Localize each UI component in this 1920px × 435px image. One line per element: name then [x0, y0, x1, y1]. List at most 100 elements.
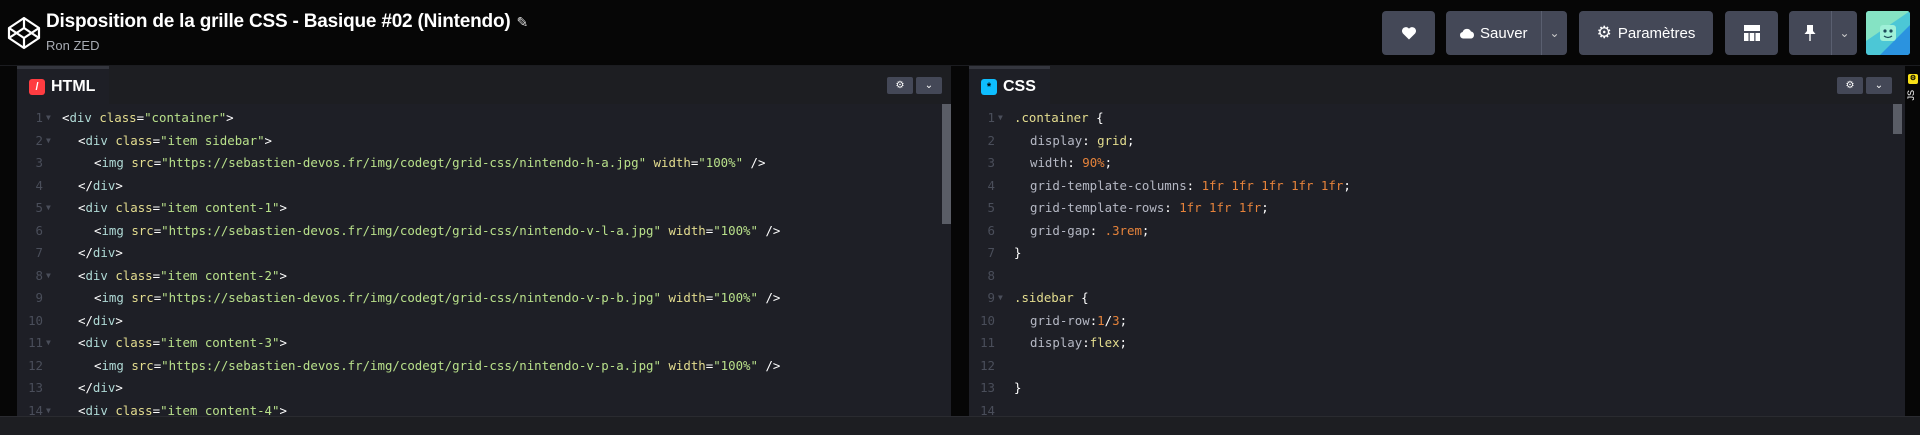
code-token: ;	[1141, 222, 1150, 238]
code-line[interactable]: 8 ▼ <div class="item content-2">	[17, 265, 951, 287]
code-text: .sidebar {	[1014, 287, 1089, 309]
code-line[interactable]: 12	[969, 355, 1905, 377]
js-collapsed-panel[interactable]	[1905, 66, 1920, 416]
save-label: Sauver	[1480, 24, 1528, 42]
code-token: >	[115, 245, 123, 260]
code-line[interactable]: 10 </div>	[17, 310, 951, 332]
code-line[interactable]: 9 <img src="https://sebastien-devos.fr/im…	[17, 287, 951, 309]
code-line[interactable]: 11 ▼ <div class="item content-3">	[17, 332, 951, 354]
code-token: ;	[1104, 155, 1113, 170]
code-line[interactable]: 4 </div>	[17, 175, 951, 197]
code-token: class	[107, 402, 153, 417]
fold-arrow-icon[interactable]: ▼	[998, 287, 1003, 309]
css-tabbar: * CSS ⚙ ⌄	[969, 66, 1905, 104]
pin-button[interactable]	[1789, 11, 1831, 55]
code-line[interactable]: 4 grid-template-columns: 1fr 1fr 1fr 1fr …	[969, 175, 1905, 197]
css-scrollbar[interactable]	[1893, 104, 1902, 134]
cloud-icon	[1460, 28, 1474, 38]
code-text: .container {	[1014, 107, 1104, 129]
fold-arrow-icon[interactable]: ▼	[46, 197, 51, 219]
html-code-editor[interactable]: 1 ▼ <div class="container"> 2 ▼ <div class="i…	[17, 104, 951, 416]
codepen-logo-icon[interactable]	[6, 15, 42, 51]
panel-resizer[interactable]	[951, 66, 969, 416]
html-collapse-button[interactable]: ⌄	[916, 77, 942, 94]
chevron-down-icon: ⌄	[924, 80, 934, 91]
edit-pencil-icon[interactable]: ✎	[516, 14, 528, 31]
html-scrollbar[interactable]	[942, 104, 951, 224]
html-settings-button[interactable]: ⚙	[887, 77, 913, 94]
code-token: ;	[1119, 335, 1127, 350]
save-dropdown-toggle[interactable]: ⌄	[1541, 11, 1567, 55]
code-line[interactable]: 12 <img src="https://sebastien-devos.fr/i…	[17, 355, 951, 377]
code-line[interactable]: 14 ▼ <div class="item content-4">	[17, 400, 951, 417]
line-number: 5	[987, 200, 995, 215]
code-line[interactable]: 1 ▼ .container {	[969, 107, 1905, 129]
pen-title[interactable]: Disposition de la grille CSS - Basique #…	[46, 11, 511, 33]
line-number: 3	[35, 155, 43, 170]
fold-arrow-icon[interactable]: ▼	[46, 107, 51, 129]
tab-html[interactable]: / HTML	[17, 66, 110, 104]
editors-area: / HTML ⚙ ⌄ 1 ▼ <div class="container"> 2 ▼ <d…	[0, 66, 1920, 416]
js-panel-label[interactable]: JS	[1906, 90, 1916, 101]
code-line[interactable]: 13}	[969, 377, 1905, 399]
code-line[interactable]: 14	[969, 400, 1905, 417]
code-line[interactable]: 2 ▼ <div class="item sidebar">	[17, 130, 951, 152]
code-text: <img src="https://sebastien-devos.fr/img…	[94, 355, 780, 377]
settings-button[interactable]: ⚙ Paramètres	[1579, 11, 1713, 55]
code-text: grid-template-columns: 1fr 1fr 1fr 1fr 1…	[1030, 175, 1351, 197]
code-line[interactable]: 13 </div>	[17, 377, 951, 399]
code-line[interactable]: 8	[969, 265, 1905, 287]
code-token: img	[101, 222, 124, 238]
code-line[interactable]: 6 <img src="https://sebastien-devos.fr/im…	[17, 220, 951, 242]
code-line[interactable]: 2 display: grid;	[969, 130, 1905, 152]
code-line[interactable]: 7}	[969, 242, 1905, 264]
change-view-button[interactable]	[1725, 11, 1778, 55]
fold-arrow-icon[interactable]: ▼	[998, 107, 1003, 129]
code-line[interactable]: 11 display:flex;	[969, 332, 1905, 354]
like-button[interactable]	[1382, 11, 1435, 55]
code-token: />	[757, 222, 781, 238]
code-text: <img src="https://sebastien-devos.fr/img…	[94, 287, 780, 309]
code-text: </div>	[78, 175, 123, 197]
code-line[interactable]: 5 grid-template-rows: 1fr 1fr 1fr;	[969, 197, 1905, 219]
code-token: class	[107, 200, 153, 215]
css-code-editor[interactable]: 1 ▼ .container {2 display: grid; 3 width: 90%…	[969, 104, 1905, 416]
code-line[interactable]: 7 </div>	[17, 242, 951, 264]
code-line[interactable]: 10 grid-row:1/3;	[969, 310, 1905, 332]
code-token: </	[78, 177, 93, 193]
user-avatar[interactable]	[1866, 11, 1910, 55]
code-line[interactable]: 3 width: 90%;	[969, 152, 1905, 174]
code-token: width	[660, 290, 706, 305]
css-collapse-button[interactable]: ⌄	[1866, 77, 1892, 94]
code-token: =	[152, 402, 161, 417]
code-line[interactable]: 6 grid-gap: .3rem;	[969, 220, 1905, 242]
author-name[interactable]: Ron ZED	[46, 38, 99, 53]
line-number: 9	[35, 290, 43, 305]
fold-arrow-icon[interactable]: ▼	[46, 400, 51, 417]
code-text: display:flex;	[1030, 332, 1127, 354]
fold-arrow-icon[interactable]: ▼	[46, 265, 51, 287]
css-settings-button[interactable]: ⚙	[1837, 77, 1863, 94]
pin-dropdown-toggle[interactable]: ⌄	[1831, 11, 1857, 55]
code-line[interactable]: 9 ▼ .sidebar {	[969, 287, 1905, 309]
tab-css[interactable]: * CSS	[969, 66, 1050, 104]
code-token: .3rem	[1104, 222, 1142, 238]
save-button[interactable]: Sauver	[1446, 11, 1541, 55]
code-text: <div class="item content-2">	[78, 265, 287, 287]
code-text: </div>	[78, 310, 123, 332]
chevron-down-icon: ⌄	[1549, 26, 1560, 40]
code-token: "container"	[144, 110, 227, 125]
code-token: grid-row	[1030, 312, 1090, 328]
code-token: grid-template-columns	[1030, 177, 1187, 193]
css-editor-panel: * CSS ⚙ ⌄ 1 ▼ .container {2 display: grid; 3…	[969, 66, 1905, 416]
code-token: div	[85, 267, 108, 283]
code-token: "item content-1"	[160, 200, 280, 215]
fold-arrow-icon[interactable]: ▼	[46, 130, 51, 152]
code-line[interactable]: 3 <img src="https://sebastien-devos.fr/im…	[17, 152, 951, 174]
code-token: "item sidebar"	[160, 132, 265, 148]
code-text: grid-gap: .3rem;	[1030, 220, 1149, 242]
code-line[interactable]: 5 ▼ <div class="item content-1">	[17, 197, 951, 219]
code-line[interactable]: 1 ▼ <div class="container">	[17, 107, 951, 129]
code-text: }	[1014, 377, 1021, 399]
fold-arrow-icon[interactable]: ▼	[46, 332, 51, 354]
